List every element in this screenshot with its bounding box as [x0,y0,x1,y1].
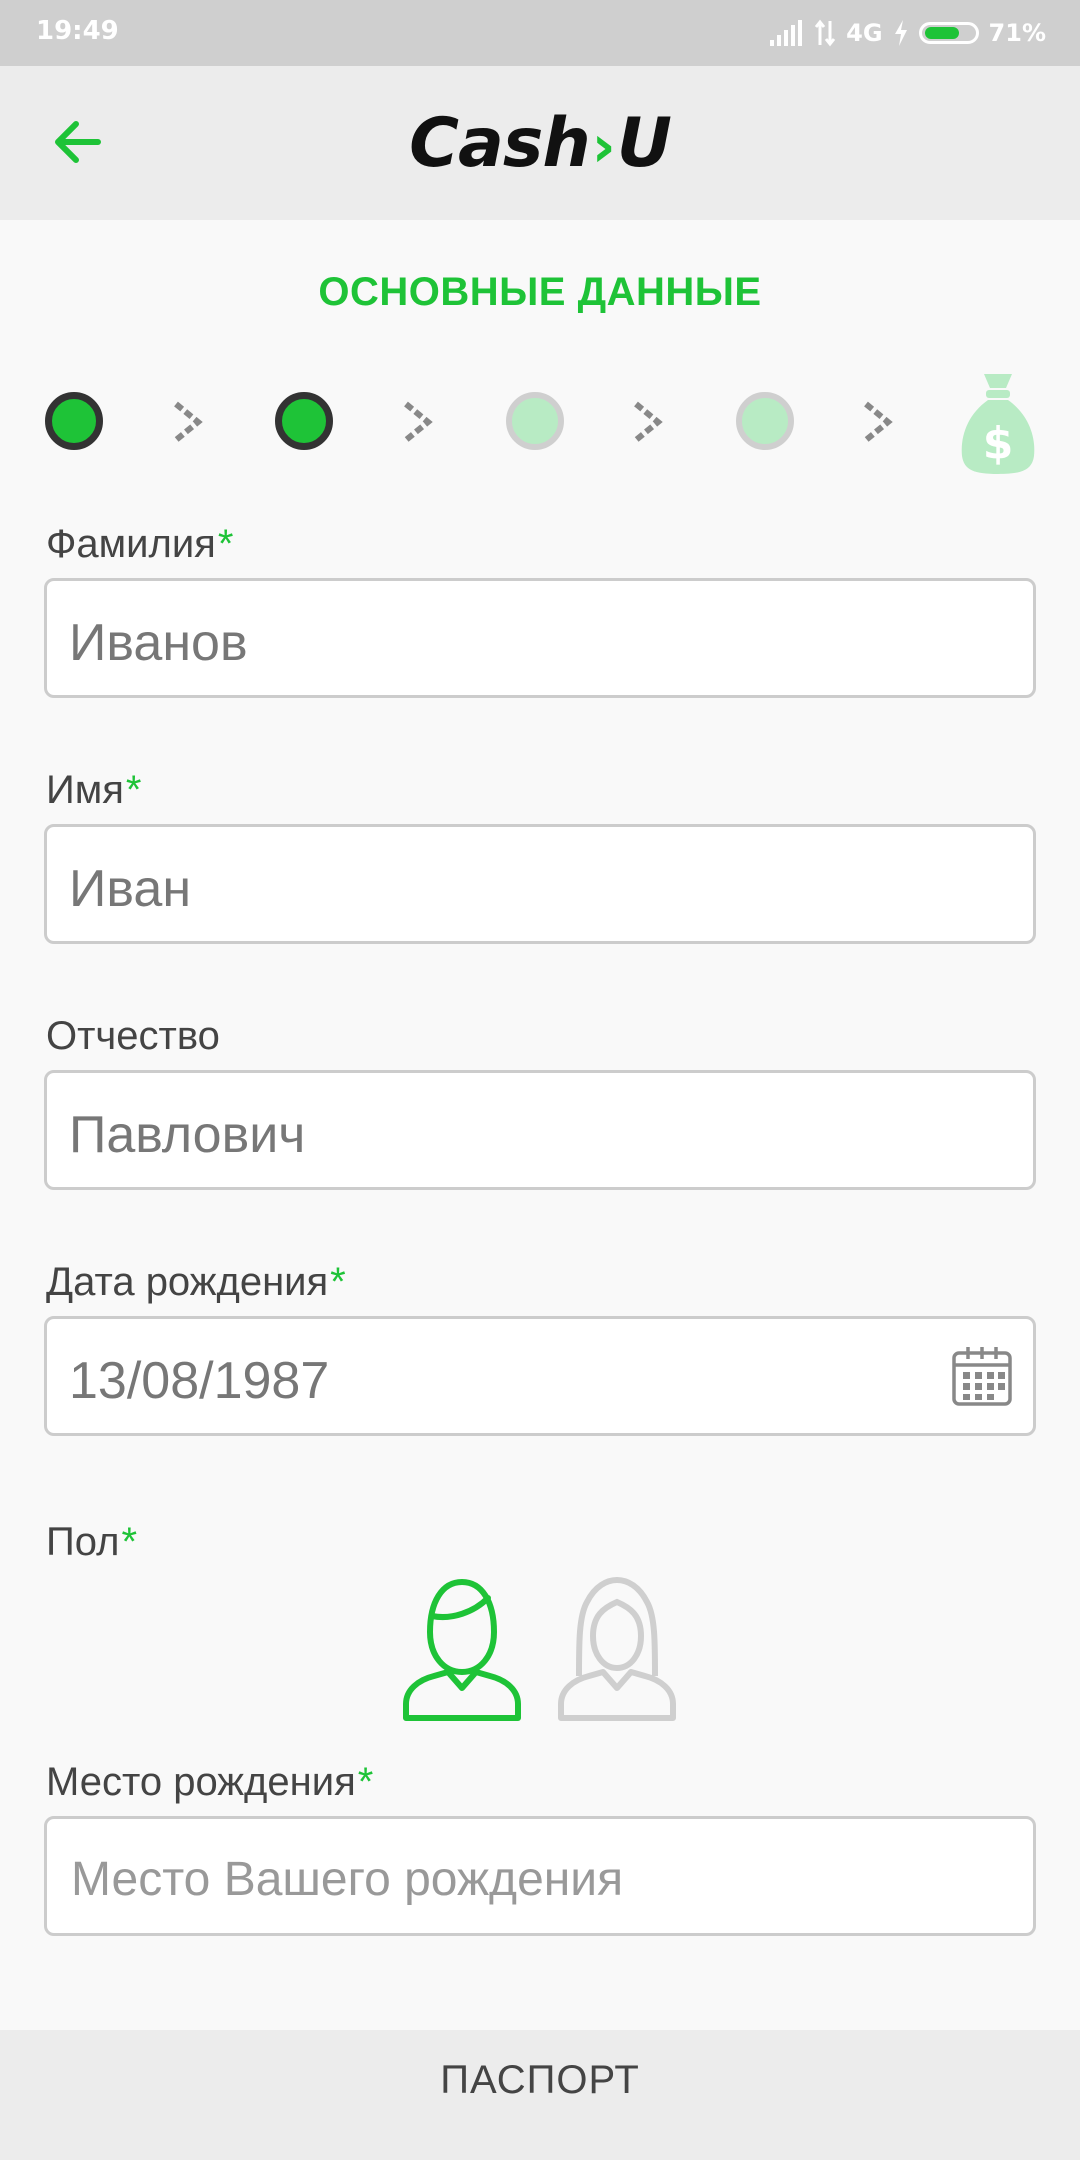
charging-icon [894,20,907,46]
first-name-label-text: Имя [46,768,124,812]
gender-label-text: Пол [46,1520,120,1564]
required-mark: * [121,1520,138,1564]
male-gender-icon[interactable] [402,1572,522,1722]
birth-place-label-text: Место рождения [46,1760,356,1804]
last-name-label-text: Фамилия [46,522,216,566]
required-mark: * [125,768,142,812]
battery-percent: 71% [988,19,1046,47]
required-mark: * [330,1260,346,1304]
first-name-value[interactable]: Иван [69,859,191,919]
signal-icon [770,20,803,46]
progress-steps: $ [0,370,1080,480]
chevron-right-icon [174,401,203,443]
battery-icon [918,22,979,44]
birth-date-label-text: Дата рождения [46,1260,329,1304]
last-name-field[interactable]: Иванов [44,578,1036,698]
logo-text-left: Cash [409,104,591,183]
step-4-pending [736,392,794,450]
money-bag-icon: $ [961,374,1035,474]
patronymic-label-text: Отчество [46,1014,220,1058]
logo-chevron-icon: › [591,112,616,180]
data-transfer-icon [814,19,836,47]
status-icons: 4G 71% [770,14,1046,52]
step-2-done [275,392,333,450]
last-name-label: Фамилия* [46,522,233,567]
last-name-value[interactable]: Иванов [69,613,248,673]
chevron-right-icon [634,401,663,443]
status-bar: 19:49 4G 71% [0,0,1080,66]
calendar-icon[interactable] [951,1345,1013,1407]
chevron-right-icon [864,401,893,443]
status-time: 19:49 [36,16,119,46]
section-title: ОСНОВНЫЕ ДАННЫЕ [318,270,762,314]
bottom-bar-label: ПАСПОРТ [440,2058,640,2102]
logo-text-right: U [616,104,672,183]
first-name-label: Имя* [46,768,142,813]
first-name-field[interactable]: Иван [44,824,1036,944]
network-type: 4G [846,19,883,47]
birth-place-input[interactable] [69,1843,973,1915]
app-bar: Cash›U [0,66,1080,220]
chevron-right-icon [404,401,433,443]
birth-place-field[interactable] [44,1816,1036,1936]
step-1-done [45,392,103,450]
passport-tab-button[interactable]: ПАСПОРТ [0,2030,1080,2160]
gender-label: Пол* [46,1520,137,1565]
birth-date-label: Дата рождения* [46,1260,346,1305]
patronymic-label: Отчество [46,1014,220,1059]
required-mark: * [217,522,234,566]
patronymic-field[interactable]: Павлович [44,1070,1036,1190]
birth-date-field[interactable]: 13/08/1987 [44,1316,1036,1436]
required-mark: * [357,1760,374,1804]
birth-place-label: Место рождения* [46,1760,373,1805]
birth-date-value[interactable]: 13/08/1987 [69,1351,329,1411]
patronymic-value[interactable]: Павлович [69,1105,305,1165]
app-logo: Cash›U [0,104,1080,183]
svg-text:$: $ [983,418,1014,469]
step-3-pending [506,392,564,450]
female-gender-icon[interactable] [557,1572,677,1722]
